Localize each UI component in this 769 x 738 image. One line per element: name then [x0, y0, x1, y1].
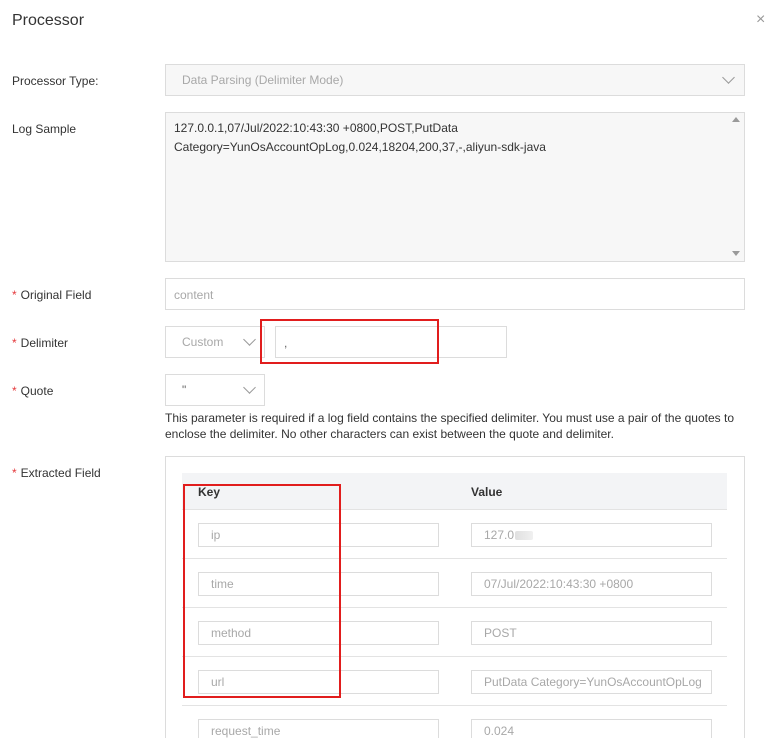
close-icon[interactable]: ×: [756, 12, 765, 28]
extracted-field-label: * Extracted Field: [12, 466, 101, 480]
table-row: url PutData Category=YunOsAccountOpLog: [182, 657, 727, 706]
log-sample-line-1: 127.0.0.1,07/Jul/2022:10:43:30 +0800,POS…: [174, 121, 458, 135]
quote-select[interactable]: ": [165, 374, 265, 406]
log-sample-text: 127.0.0.1,07/Jul/2022:10:43:30 +0800,POS…: [174, 119, 722, 157]
value-input[interactable]: POST: [471, 621, 712, 645]
delimiter-input[interactable]: ,: [275, 326, 507, 358]
original-field-placeholder: content: [174, 288, 214, 302]
key-input[interactable]: method: [198, 621, 439, 645]
quote-label: * Quote: [12, 384, 54, 398]
log-sample-textarea[interactable]: 127.0.0.1,07/Jul/2022:10:43:30 +0800,POS…: [165, 112, 745, 262]
key-input[interactable]: request_time: [198, 719, 439, 738]
table-header: Key Value: [182, 473, 727, 510]
original-field-input[interactable]: content: [165, 278, 745, 310]
column-header-key: Key: [198, 485, 221, 499]
processor-type-select[interactable]: Data Parsing (Delimiter Mode): [165, 64, 745, 96]
redacted-mask: [515, 531, 534, 541]
log-sample-label: Log Sample: [12, 122, 77, 136]
quote-value: ": [182, 383, 187, 397]
scroll-down-arrow-icon[interactable]: [732, 251, 740, 256]
table-row: method POST: [182, 608, 727, 657]
value-input[interactable]: 07/Jul/2022:10:43:30 +0800: [471, 572, 712, 596]
table-row: request_time 0.024: [182, 706, 727, 738]
table-row: ip 127.0: [182, 510, 727, 559]
processor-type-value: Data Parsing (Delimiter Mode): [182, 73, 344, 87]
quote-hint: This parameter is required if a log fiel…: [165, 411, 734, 441]
key-input[interactable]: time: [198, 572, 439, 596]
chevron-down-icon: [722, 71, 735, 84]
value-input[interactable]: 127.0: [471, 523, 712, 547]
processor-type-label: Processor Type:: [12, 74, 99, 88]
chevron-down-icon: [243, 381, 256, 394]
original-field-label: * Original Field: [12, 288, 92, 302]
table-row: time 07/Jul/2022:10:43:30 +0800: [182, 559, 727, 608]
delimiter-mode-select[interactable]: Custom: [165, 326, 265, 358]
scroll-up-arrow-icon[interactable]: [732, 117, 740, 122]
key-input[interactable]: url: [198, 670, 439, 694]
chevron-down-icon: [243, 333, 256, 346]
dialog-title: Processor: [12, 12, 85, 29]
required-marker: *: [12, 384, 17, 398]
delimiter-label: * Delimiter: [12, 336, 69, 350]
required-marker: *: [12, 336, 17, 350]
value-input[interactable]: 0.024: [471, 719, 712, 738]
column-header-value: Value: [471, 485, 503, 499]
value-input[interactable]: PutData Category=YunOsAccountOpLog: [471, 670, 712, 694]
delimiter-mode-value: Custom: [182, 335, 224, 349]
required-marker: *: [12, 466, 17, 480]
required-marker: *: [12, 288, 17, 302]
delimiter-value: ,: [284, 336, 288, 350]
key-input[interactable]: ip: [198, 523, 439, 547]
log-sample-line-2: Category=YunOsAccountOpLog,0.024,18204,2…: [174, 140, 546, 154]
